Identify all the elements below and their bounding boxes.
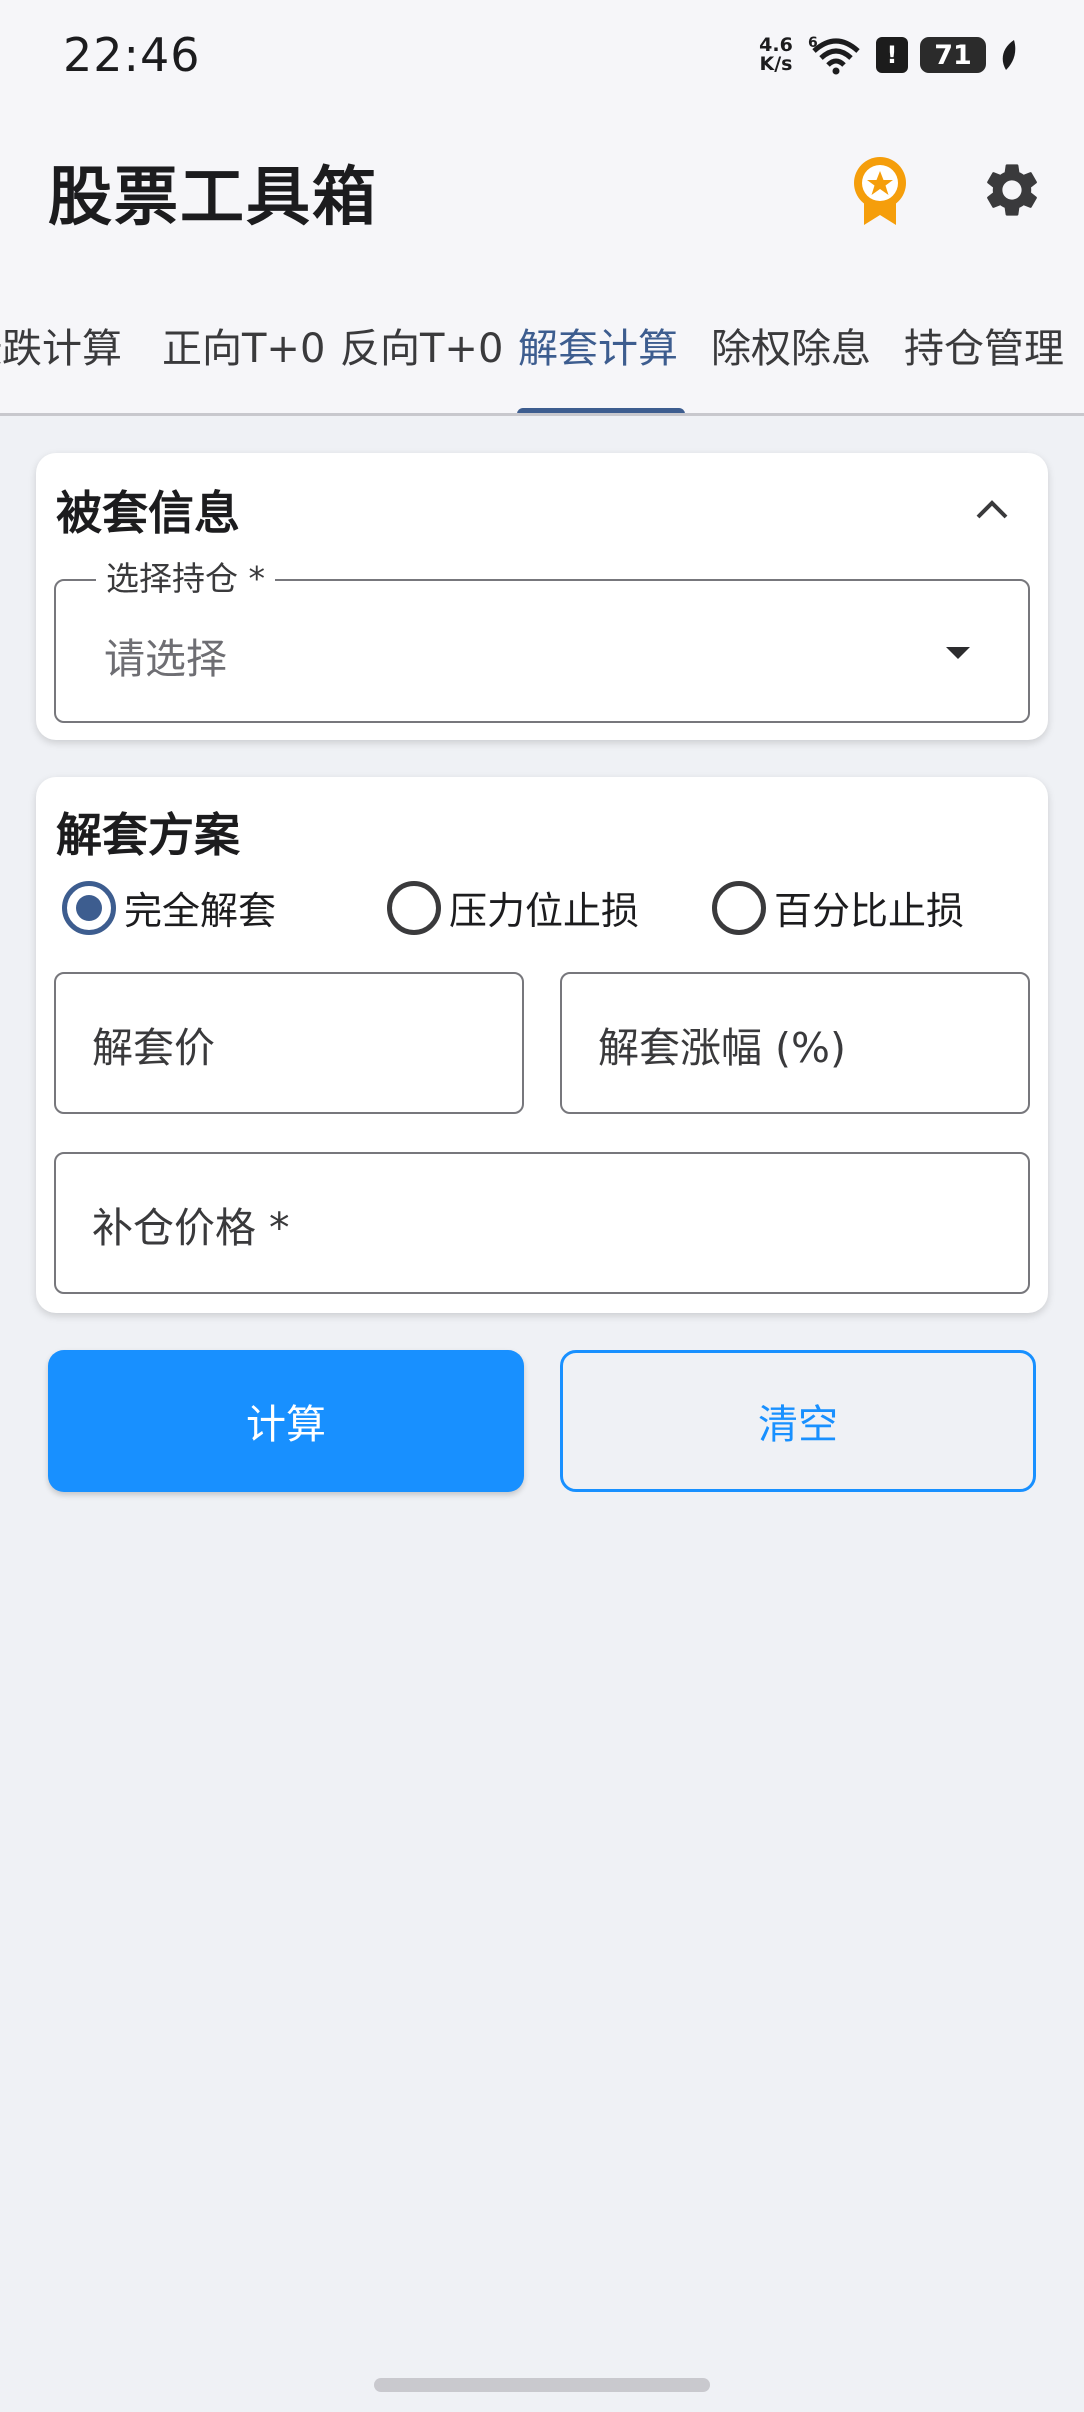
radio-unchecked-icon — [712, 880, 766, 935]
network-speed: 4.6 K/s — [759, 34, 793, 75]
status-bar: 22:46 4.6 K/s 6 ! 71 — [0, 0, 1084, 110]
add-position-price-placeholder: 补仓价格 * — [92, 1204, 290, 1252]
active-tab-indicator — [517, 408, 685, 413]
app-bar: 股票工具箱 — [0, 110, 1084, 260]
tab-unlock-calc[interactable]: 解套计算 — [518, 316, 678, 374]
award-icon[interactable] — [850, 155, 910, 227]
clear-button[interactable]: 清空 — [560, 1350, 1036, 1492]
status-time: 22:46 — [63, 28, 201, 82]
radio-pressure-stoploss[interactable]: 压力位止损 — [387, 880, 639, 935]
unlock-price-input[interactable]: 解套价 — [54, 972, 524, 1114]
status-icons: 4.6 K/s 6 ! 71 — [756, 32, 1020, 78]
tab-forward-t0[interactable]: 正向T+0 — [162, 316, 325, 374]
position-select[interactable]: 选择持仓 * 请选择 — [54, 559, 1030, 723]
gear-icon[interactable] — [980, 158, 1044, 222]
radio-percent-stoploss[interactable]: 百分比止损 — [712, 880, 964, 935]
dropdown-arrow-icon — [946, 647, 970, 659]
unlock-plan-title: 解套方案 — [56, 808, 240, 862]
home-indicator[interactable] — [374, 2378, 710, 2392]
radio-unchecked-icon — [387, 880, 441, 935]
trapped-info-title: 被套信息 — [56, 486, 240, 540]
unlock-rise-placeholder: 解套涨幅 (%) — [598, 1024, 846, 1072]
chevron-up-icon[interactable] — [972, 493, 1012, 523]
radio-full-unlock[interactable]: 完全解套 — [62, 880, 276, 935]
tab-price-change[interactable]: 涨跌计算 — [0, 316, 122, 374]
add-position-price-input[interactable]: 补仓价格 * — [54, 1152, 1030, 1294]
alert-icon: ! — [876, 37, 908, 73]
tab-reverse-t0[interactable]: 反向T+0 — [340, 316, 503, 374]
tab-bar: 涨跌计算 正向T+0 反向T+0 解套计算 除权除息 持仓管理 — [0, 260, 1084, 416]
tab-ex-rights[interactable]: 除权除息 — [711, 316, 871, 374]
calculate-button[interactable]: 计算 — [48, 1350, 524, 1492]
battery-icon: 71 — [920, 37, 986, 73]
leaf-icon — [1002, 40, 1016, 70]
unlock-mode-radio-group: 完全解套 压力位止损 百分比止损 — [0, 880, 1084, 944]
position-select-label: 选择持仓 * — [96, 559, 275, 599]
unlock-price-placeholder: 解套价 — [92, 1024, 215, 1072]
trapped-info-card: 被套信息 选择持仓 * 请选择 — [36, 453, 1048, 740]
wifi-icon: 6 — [808, 35, 860, 75]
position-select-placeholder: 请选择 — [104, 635, 227, 683]
radio-checked-icon — [62, 880, 116, 935]
app-title: 股票工具箱 — [48, 161, 378, 235]
unlock-rise-input[interactable]: 解套涨幅 (%) — [560, 972, 1030, 1114]
tab-position-management[interactable]: 持仓管理 — [904, 316, 1064, 374]
